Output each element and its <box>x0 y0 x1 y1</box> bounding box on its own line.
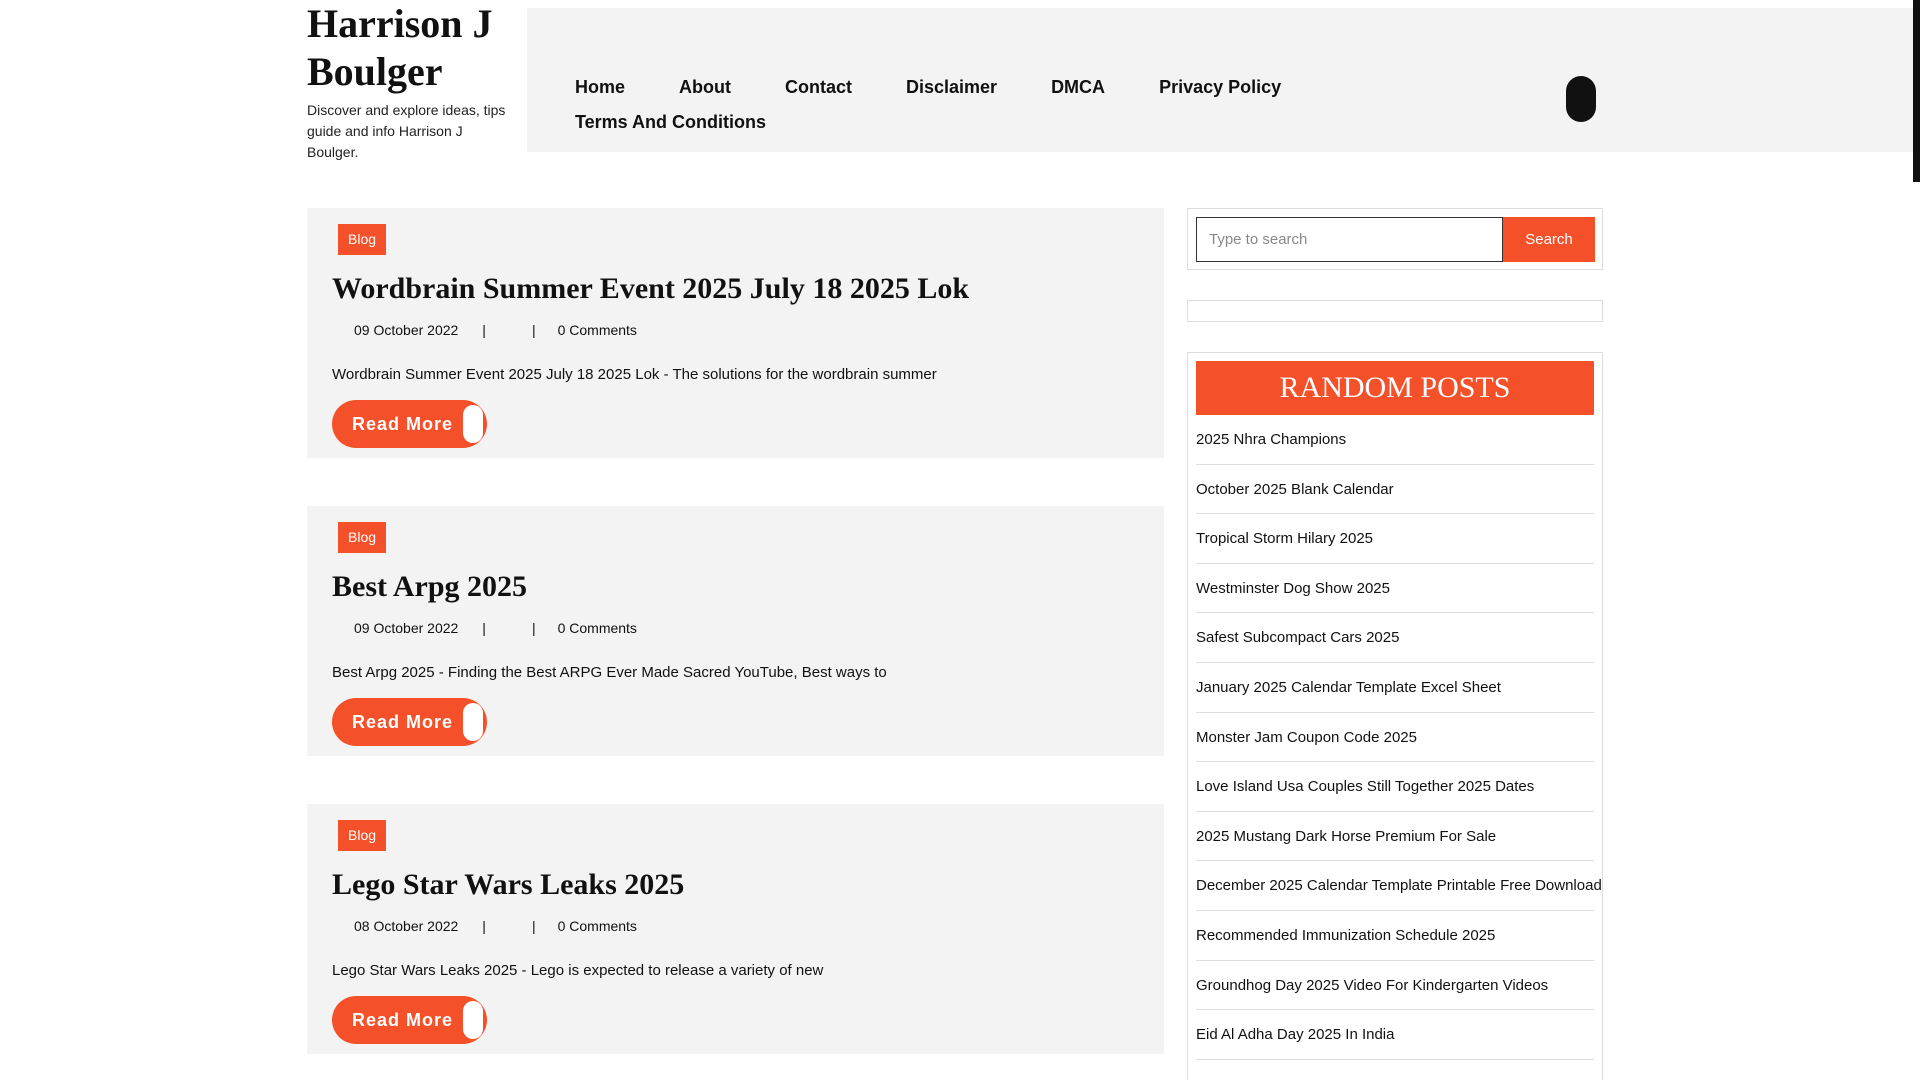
post-title[interactable]: Wordbrain Summer Event 2025 July 18 2025… <box>332 271 969 307</box>
post-card: Blog Best Arpg 2025 09 October 2022 | | … <box>307 506 1164 756</box>
nav-item-about[interactable]: About <box>679 70 731 105</box>
random-post-link[interactable]: 2025 Mustang Dark Horse Premium For Sale <box>1196 812 1594 862</box>
random-post-link[interactable]: Groundhog Day 2025 Video For Kindergarte… <box>1196 961 1594 1011</box>
read-more-button[interactable]: Read More <box>332 400 487 448</box>
post-comments-count[interactable]: 0 Comments <box>558 918 637 934</box>
read-more-label: Read More <box>352 414 454 434</box>
nav-menu: Home About Contact Disclaimer DMCA Priva… <box>575 70 1475 140</box>
random-posts-list: 2025 Nhra Champions October 2025 Blank C… <box>1196 415 1602 1060</box>
post-title[interactable]: Lego Star Wars Leaks 2025 <box>332 867 684 903</box>
read-more-toggle-icon <box>463 1001 483 1039</box>
meta-separator: | <box>482 322 486 338</box>
post-comments-count[interactable]: 0 Comments <box>558 620 637 636</box>
random-post-link[interactable]: Tropical Storm Hilary 2025 <box>1196 514 1594 564</box>
post-meta: 08 October 2022 | | 0 Comments <box>332 918 637 934</box>
nav-item-contact[interactable]: Contact <box>785 70 852 105</box>
post-comments-count[interactable]: 0 Comments <box>558 322 637 338</box>
meta-separator: | <box>531 918 536 934</box>
read-more-toggle-icon <box>463 405 483 443</box>
post-meta: 09 October 2022 | | 0 Comments <box>332 620 637 636</box>
nav-item-dmca[interactable]: DMCA <box>1051 70 1105 105</box>
random-post-link[interactable]: Love Island Usa Couples Still Together 2… <box>1196 762 1594 812</box>
search-widget: Search <box>1187 208 1603 270</box>
random-post-link[interactable]: October 2025 Blank Calendar <box>1196 465 1594 515</box>
post-category-badge[interactable]: Blog <box>338 224 387 255</box>
read-more-button[interactable]: Read More <box>332 996 487 1044</box>
post-date: 09 October 2022 <box>354 620 459 636</box>
search-toggle-button[interactable] <box>1566 76 1596 122</box>
search-button[interactable]: Search <box>1503 217 1595 262</box>
site-title[interactable]: Harrison J Boulger <box>307 0 517 96</box>
post-excerpt: Best Arpg 2025 - Finding the Best ARPG E… <box>332 664 887 681</box>
post-date: 09 October 2022 <box>354 322 459 338</box>
nav-item-home[interactable]: Home <box>575 70 625 105</box>
site-branding: Harrison J Boulger Discover and explore … <box>307 0 517 163</box>
post-date: 08 October 2022 <box>354 918 459 934</box>
meta-separator: | <box>482 620 486 636</box>
post-excerpt: Lego Star Wars Leaks 2025 - Lego is expe… <box>332 962 824 979</box>
post-excerpt: Wordbrain Summer Event 2025 July 18 2025… <box>332 366 937 383</box>
random-post-link[interactable]: Westminster Dog Show 2025 <box>1196 564 1594 614</box>
random-post-link[interactable]: Eid Al Adha Day 2025 In India <box>1196 1010 1594 1060</box>
read-more-toggle-icon <box>463 703 483 741</box>
post-card: Blog Wordbrain Summer Event 2025 July 18… <box>307 208 1164 458</box>
post-meta: 09 October 2022 | | 0 Comments <box>332 322 637 338</box>
random-posts-widget: RANDOM POSTS 2025 Nhra Champions October… <box>1187 352 1603 1080</box>
nav-item-disclaimer[interactable]: Disclaimer <box>906 70 997 105</box>
random-post-link[interactable]: Safest Subcompact Cars 2025 <box>1196 613 1594 663</box>
empty-widget <box>1187 300 1603 322</box>
random-post-link[interactable]: Monster Jam Coupon Code 2025 <box>1196 713 1594 763</box>
read-more-button[interactable]: Read More <box>332 698 487 746</box>
post-category-badge[interactable]: Blog <box>338 820 387 851</box>
nav-item-privacy-policy[interactable]: Privacy Policy <box>1159 70 1281 105</box>
random-post-link[interactable]: January 2025 Calendar Template Excel She… <box>1196 663 1594 713</box>
post-card: Blog Lego Star Wars Leaks 2025 08 Octobe… <box>307 804 1164 1054</box>
main-navigation: Home About Contact Disclaimer DMCA Priva… <box>527 8 1920 152</box>
scrollbar[interactable] <box>1913 0 1920 182</box>
meta-separator: | <box>482 918 486 934</box>
nav-item-terms-and-conditions[interactable]: Terms And Conditions <box>575 105 766 140</box>
search-input[interactable] <box>1196 217 1503 262</box>
read-more-label: Read More <box>352 1010 454 1030</box>
read-more-label: Read More <box>352 712 454 732</box>
random-post-link[interactable]: Recommended Immunization Schedule 2025 <box>1196 911 1594 961</box>
meta-separator: | <box>531 322 536 338</box>
post-title[interactable]: Best Arpg 2025 <box>332 569 527 605</box>
random-post-link[interactable]: December 2025 Calendar Template Printabl… <box>1196 861 1602 911</box>
random-posts-title: RANDOM POSTS <box>1196 361 1594 415</box>
random-post-link[interactable]: 2025 Nhra Champions <box>1196 415 1594 465</box>
meta-separator: | <box>531 620 536 636</box>
site-tagline: Discover and explore ideas, tips guide a… <box>307 102 506 160</box>
post-category-badge[interactable]: Blog <box>338 522 387 553</box>
